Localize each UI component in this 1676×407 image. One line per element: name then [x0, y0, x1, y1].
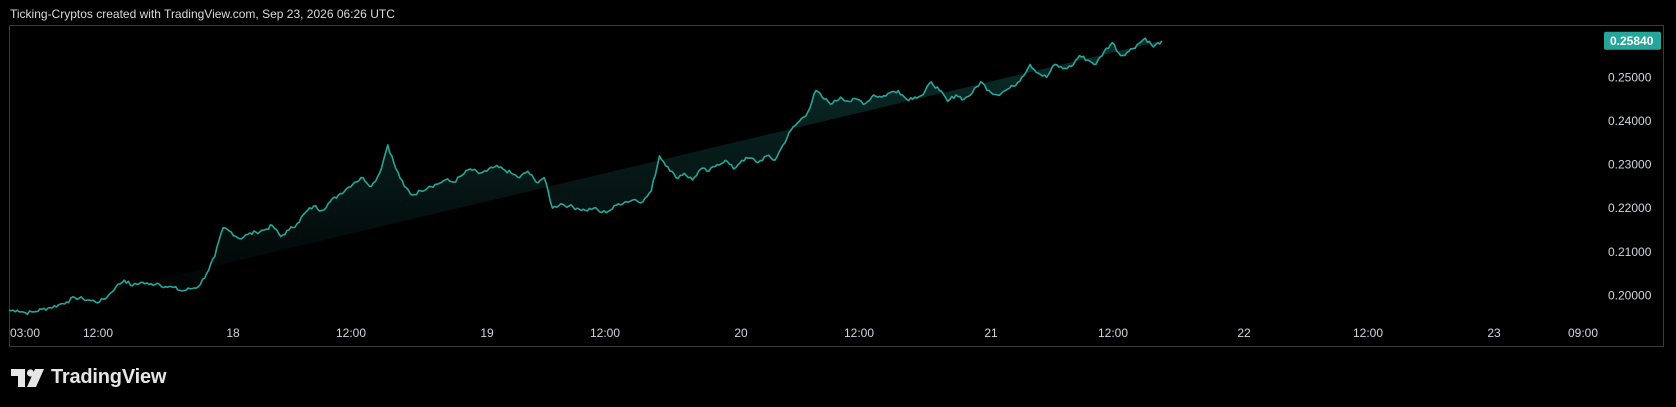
price-line	[9, 37, 1163, 316]
x-axis: 03:00 12:00 18 12:00 19 12:00 20 12:00 21 12:00 22…	[10, 326, 1598, 340]
area-fill-layer	[9, 38, 1162, 315]
x-tick-label: 12:00	[1353, 326, 1383, 340]
x-tick-label: 03:00	[10, 326, 40, 340]
x-tick-label: 12:00	[336, 326, 366, 340]
y-tick-label: 0.22000	[1608, 201, 1652, 215]
y-tick-label: 0.25000	[1608, 70, 1652, 84]
area-chart[interactable]: 0.25000 0.24000 0.23000 0.22000 0.21000 0.200…	[0, 0, 1676, 407]
last-price-label: 0.25840	[1610, 34, 1654, 48]
y-tick-label: 0.23000	[1608, 158, 1652, 172]
last-price-badge: 0.25840	[1604, 31, 1661, 50]
tradingview-logo-icon	[11, 368, 44, 387]
area-fill	[9, 38, 1162, 315]
x-tick-label: 20	[734, 326, 748, 340]
x-tick-label: 23	[1487, 326, 1501, 340]
x-tick-label: 12:00	[1098, 326, 1128, 340]
x-tick-label: 12:00	[83, 326, 113, 340]
y-axis: 0.25000 0.24000 0.23000 0.22000 0.21000 0.200…	[1608, 70, 1652, 302]
chart-page: Ticking-Cryptos created with TradingView…	[0, 0, 1676, 407]
y-tick-label: 0.20000	[1608, 288, 1652, 302]
x-tick-label: 12:00	[590, 326, 620, 340]
x-tick-label: 19	[480, 326, 494, 340]
x-tick-label: 12:00	[844, 326, 874, 340]
x-tick-label: 09:00	[1568, 326, 1598, 340]
x-tick-label: 22	[1237, 326, 1251, 340]
tradingview-logo-text: TradingView	[51, 366, 167, 388]
y-tick-label: 0.21000	[1608, 245, 1652, 259]
x-tick-label: 18	[226, 326, 240, 340]
y-tick-label: 0.24000	[1608, 114, 1652, 128]
tradingview-logo[interactable]: TradingView	[11, 366, 166, 389]
price-line-layer	[9, 37, 1163, 316]
x-tick-label: 21	[984, 326, 998, 340]
